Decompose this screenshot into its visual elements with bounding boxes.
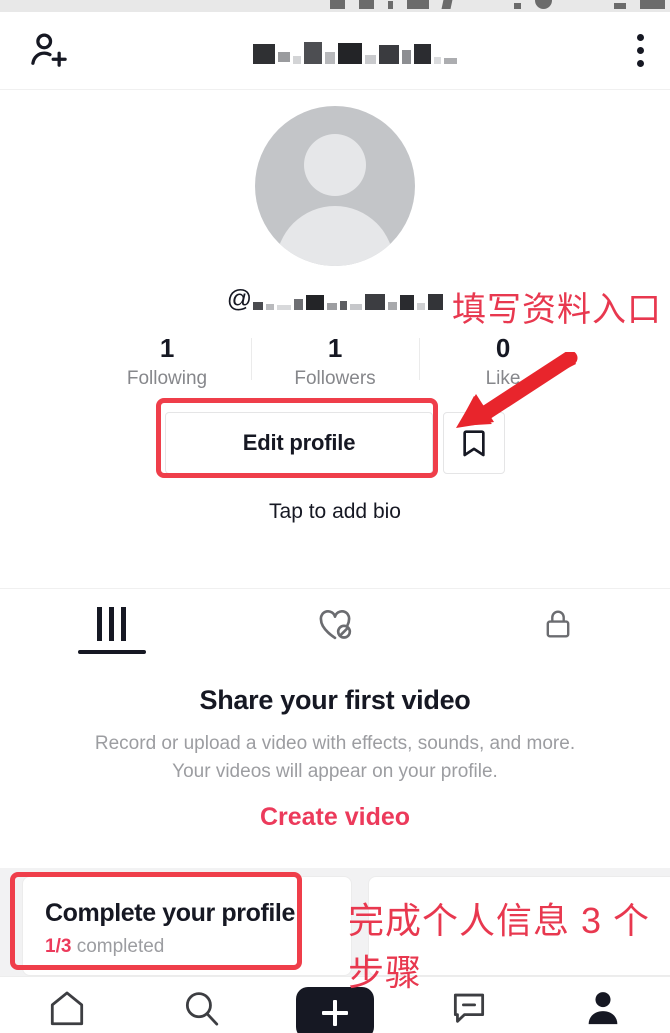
home-icon xyxy=(50,991,84,1026)
nav-discover[interactable] xyxy=(146,987,256,1029)
three-dot-menu-icon xyxy=(637,34,644,67)
add-friend-button[interactable] xyxy=(26,28,72,74)
create-video-button[interactable] xyxy=(289,987,381,1033)
more-options-button[interactable] xyxy=(637,34,644,67)
bookmark-icon xyxy=(463,429,485,456)
tiktok-profile-screen: @ 1 Following 1 Followers 0 Like Edit pr… xyxy=(0,0,670,1033)
lock-icon xyxy=(546,610,570,637)
empty-state-subtitle-line1: Record or upload a video with effects, s… xyxy=(94,733,576,754)
edit-profile-button[interactable]: Edit profile xyxy=(165,411,433,474)
progress-fraction: 1/3 xyxy=(45,936,72,957)
status-bar xyxy=(0,0,670,12)
create-video-link[interactable]: Create video xyxy=(260,803,410,832)
status-bar-icons xyxy=(330,0,670,9)
next-card[interactable] xyxy=(368,876,670,976)
heart-slash-icon xyxy=(319,609,352,639)
empty-state-subtitle-line2: Your videos will appear on your profile. xyxy=(172,760,498,782)
nav-home[interactable] xyxy=(12,987,122,1029)
inbox-icon xyxy=(453,993,485,1023)
bottom-navigation xyxy=(0,976,670,1033)
complete-profile-title: Complete your profile xyxy=(45,899,295,927)
complete-profile-card[interactable]: Complete your profile 1/3 completed xyxy=(22,876,352,976)
likes-count: 0 xyxy=(495,333,511,363)
followers-count: 1 xyxy=(327,333,343,363)
bookmark-button[interactable] xyxy=(443,411,505,474)
profile-section: @ 1 Following 1 Followers 0 Like Edit pr… xyxy=(0,90,670,524)
profile-header xyxy=(0,12,670,90)
followers-label: Followers xyxy=(294,367,376,389)
grid-icon xyxy=(97,606,127,641)
stat-likes[interactable]: 0 Like xyxy=(419,332,587,390)
progress-suffix: completed xyxy=(76,936,165,957)
profile-stats: 1 Following 1 Followers 0 Like xyxy=(0,332,670,390)
page-title xyxy=(72,38,637,64)
redacted-username xyxy=(252,38,457,64)
plus-icon xyxy=(322,1000,348,1026)
likes-label: Like xyxy=(485,367,521,389)
following-label: Following xyxy=(126,367,208,389)
profile-actions: Edit profile xyxy=(0,411,670,474)
default-avatar-icon xyxy=(255,106,415,266)
search-icon xyxy=(185,992,219,1026)
nav-create[interactable] xyxy=(280,987,390,1033)
redacted-handle xyxy=(253,288,444,310)
stat-followers[interactable]: 1 Followers xyxy=(251,332,419,390)
following-count: 1 xyxy=(159,333,175,363)
empty-state-title: Share your first video xyxy=(199,685,471,715)
avatar-container[interactable] xyxy=(0,90,670,266)
tab-private[interactable] xyxy=(447,589,670,658)
complete-profile-progress: 1/3 completed xyxy=(45,936,351,958)
profile-icon xyxy=(588,992,618,1025)
tab-liked[interactable] xyxy=(223,589,446,658)
tab-videos[interactable] xyxy=(0,589,223,658)
empty-state: Share your first video Record or upload … xyxy=(0,685,670,832)
username-handle[interactable]: @ xyxy=(0,284,670,314)
empty-state-subtitle: Record or upload a video with effects, s… xyxy=(0,730,670,785)
profile-cards-strip: Complete your profile 1/3 completed xyxy=(0,868,670,976)
at-symbol: @ xyxy=(226,284,253,313)
nav-inbox[interactable] xyxy=(414,987,524,1029)
profile-tabs xyxy=(0,588,670,658)
person-add-icon xyxy=(31,32,67,67)
stat-following[interactable]: 1 Following xyxy=(83,332,251,390)
bio-placeholder[interactable]: Tap to add bio xyxy=(0,500,670,524)
nav-profile[interactable] xyxy=(548,987,658,1029)
